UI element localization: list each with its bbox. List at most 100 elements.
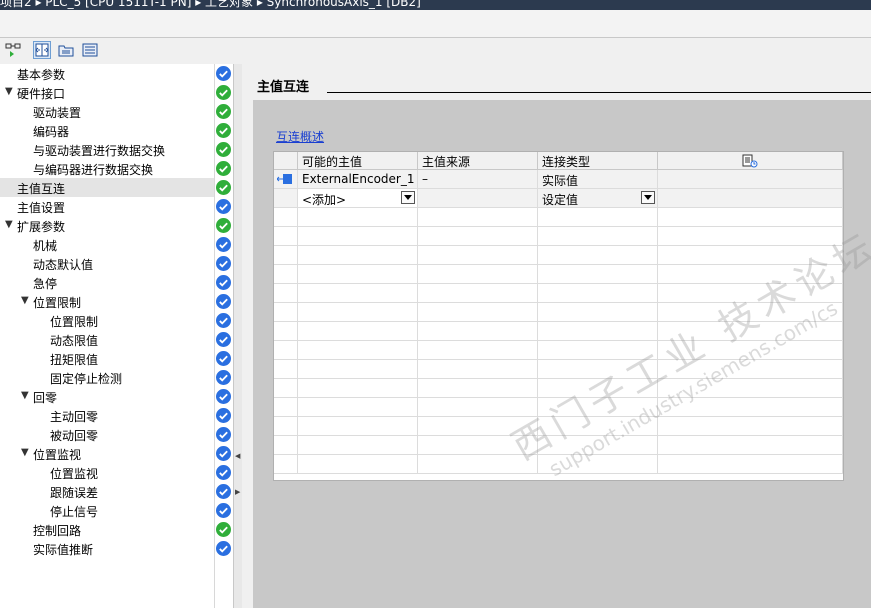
empty-cell[interactable] bbox=[538, 436, 658, 455]
empty-cell[interactable] bbox=[538, 284, 658, 303]
empty-cell[interactable] bbox=[538, 455, 658, 474]
dropdown-arrow-icon[interactable] bbox=[401, 191, 415, 204]
split-view-icon[interactable] bbox=[33, 41, 51, 59]
row-handle[interactable] bbox=[274, 322, 298, 341]
empty-cell[interactable] bbox=[298, 284, 418, 303]
row-handle[interactable] bbox=[274, 284, 298, 303]
nav-item-position-monitoring[interactable]: 位置监视 bbox=[0, 463, 214, 482]
column-header-extra[interactable] bbox=[658, 152, 843, 170]
settings-table-icon[interactable] bbox=[742, 154, 758, 168]
empty-cell[interactable] bbox=[418, 227, 538, 246]
connection-type-select[interactable]: 设定值 bbox=[538, 189, 658, 208]
folder-icon[interactable] bbox=[57, 41, 75, 59]
expand-arrow-icon[interactable]: ▼ bbox=[5, 219, 13, 230]
nav-item-torque-limits[interactable]: 扭矩限值 bbox=[0, 349, 214, 368]
empty-cell[interactable] bbox=[538, 322, 658, 341]
expand-arrow-icon[interactable]: ▼ bbox=[21, 295, 29, 306]
row-handle[interactable] bbox=[274, 189, 298, 208]
nav-item-basic-params[interactable]: 基本参数 bbox=[0, 64, 214, 83]
nav-item-control-loop[interactable]: 控制回路 bbox=[0, 520, 214, 539]
nav-item-fixed-stop-detection[interactable]: 固定停止检测 bbox=[0, 368, 214, 387]
network-view-icon[interactable] bbox=[4, 41, 22, 59]
nav-item-following-error[interactable]: 跟随误差 bbox=[0, 482, 214, 501]
nav-item-master-interconnection[interactable]: 主值互连 bbox=[0, 178, 214, 197]
empty-cell[interactable] bbox=[538, 417, 658, 436]
row-handle[interactable] bbox=[274, 360, 298, 379]
empty-cell[interactable] bbox=[298, 417, 418, 436]
row-handle[interactable] bbox=[274, 436, 298, 455]
empty-cell[interactable] bbox=[298, 398, 418, 417]
empty-cell[interactable] bbox=[658, 246, 843, 265]
collapse-left-icon[interactable]: ◀ bbox=[235, 452, 240, 460]
cell-source[interactable] bbox=[418, 189, 538, 208]
empty-cell[interactable] bbox=[418, 436, 538, 455]
expand-arrow-icon[interactable]: ▼ bbox=[21, 390, 29, 401]
empty-cell[interactable] bbox=[298, 436, 418, 455]
empty-cell[interactable] bbox=[418, 303, 538, 322]
empty-cell[interactable] bbox=[418, 208, 538, 227]
empty-cell[interactable] bbox=[298, 265, 418, 284]
empty-cell[interactable] bbox=[418, 246, 538, 265]
cell-extra[interactable] bbox=[658, 189, 843, 208]
expand-right-icon[interactable]: ▶ bbox=[235, 488, 240, 496]
list-icon[interactable] bbox=[81, 41, 99, 59]
nav-item-dynamic-defaults[interactable]: 动态默认值 bbox=[0, 254, 214, 273]
empty-cell[interactable] bbox=[418, 417, 538, 436]
nav-item-emergency-stop[interactable]: 急停 bbox=[0, 273, 214, 292]
row-handle[interactable] bbox=[274, 455, 298, 474]
empty-cell[interactable] bbox=[418, 341, 538, 360]
splitter[interactable]: ◀ ▶ bbox=[233, 64, 242, 608]
cell-source[interactable]: – bbox=[418, 170, 538, 189]
nav-item-extended-params[interactable]: ▼ 扩展参数 bbox=[0, 216, 214, 235]
empty-cell[interactable] bbox=[538, 341, 658, 360]
empty-cell[interactable] bbox=[658, 360, 843, 379]
row-handle[interactable] bbox=[274, 265, 298, 284]
empty-cell[interactable] bbox=[658, 455, 843, 474]
expand-arrow-icon[interactable]: ▼ bbox=[21, 447, 29, 458]
dropdown-arrow-icon[interactable] bbox=[641, 191, 655, 204]
empty-cell[interactable] bbox=[658, 208, 843, 227]
empty-cell[interactable] bbox=[658, 284, 843, 303]
empty-cell[interactable] bbox=[298, 227, 418, 246]
column-header-source[interactable]: 主值来源 bbox=[418, 152, 538, 170]
nav-item-position-monitoring-group[interactable]: ▼ 位置监视 bbox=[0, 444, 214, 463]
nav-item-actual-value-extrapolation[interactable]: 实际值推断 bbox=[0, 539, 214, 558]
empty-cell[interactable] bbox=[658, 417, 843, 436]
empty-cell[interactable] bbox=[658, 322, 843, 341]
row-handle[interactable] bbox=[274, 341, 298, 360]
empty-cell[interactable] bbox=[538, 379, 658, 398]
nav-item-passive-homing[interactable]: 被动回零 bbox=[0, 425, 214, 444]
empty-cell[interactable] bbox=[418, 360, 538, 379]
empty-cell[interactable] bbox=[538, 303, 658, 322]
column-header-master[interactable]: 可能的主值 bbox=[298, 152, 418, 170]
empty-cell[interactable] bbox=[538, 265, 658, 284]
empty-cell[interactable] bbox=[298, 455, 418, 474]
empty-cell[interactable] bbox=[298, 208, 418, 227]
column-header-type[interactable]: 连接类型 bbox=[538, 152, 658, 170]
row-handle[interactable] bbox=[274, 227, 298, 246]
row-handle[interactable] bbox=[274, 208, 298, 227]
nav-item-position-limits[interactable]: 位置限制 bbox=[0, 311, 214, 330]
empty-cell[interactable] bbox=[418, 398, 538, 417]
empty-cell[interactable] bbox=[418, 265, 538, 284]
cell-master[interactable]: ExternalEncoder_1 bbox=[298, 170, 418, 189]
row-handle[interactable] bbox=[274, 170, 298, 189]
empty-cell[interactable] bbox=[298, 360, 418, 379]
empty-cell[interactable] bbox=[298, 246, 418, 265]
nav-item-dynamic-limits[interactable]: 动态限值 bbox=[0, 330, 214, 349]
nav-item-homing-group[interactable]: ▼ 回零 bbox=[0, 387, 214, 406]
empty-cell[interactable] bbox=[538, 360, 658, 379]
empty-cell[interactable] bbox=[418, 455, 538, 474]
empty-cell[interactable] bbox=[418, 379, 538, 398]
nav-item-position-limits-group[interactable]: ▼ 位置限制 bbox=[0, 292, 214, 311]
empty-cell[interactable] bbox=[538, 246, 658, 265]
empty-cell[interactable] bbox=[538, 208, 658, 227]
interconnection-overview-link[interactable]: 互连概述 bbox=[276, 128, 324, 145]
nav-item-drive-data-exchange[interactable]: 与驱动装置进行数据交换 bbox=[0, 140, 214, 159]
empty-cell[interactable] bbox=[658, 265, 843, 284]
empty-cell[interactable] bbox=[418, 284, 538, 303]
nav-item-hardware-interface[interactable]: ▼ 硬件接口 bbox=[0, 83, 214, 102]
empty-cell[interactable] bbox=[298, 379, 418, 398]
empty-cell[interactable] bbox=[298, 341, 418, 360]
row-handle[interactable] bbox=[274, 379, 298, 398]
